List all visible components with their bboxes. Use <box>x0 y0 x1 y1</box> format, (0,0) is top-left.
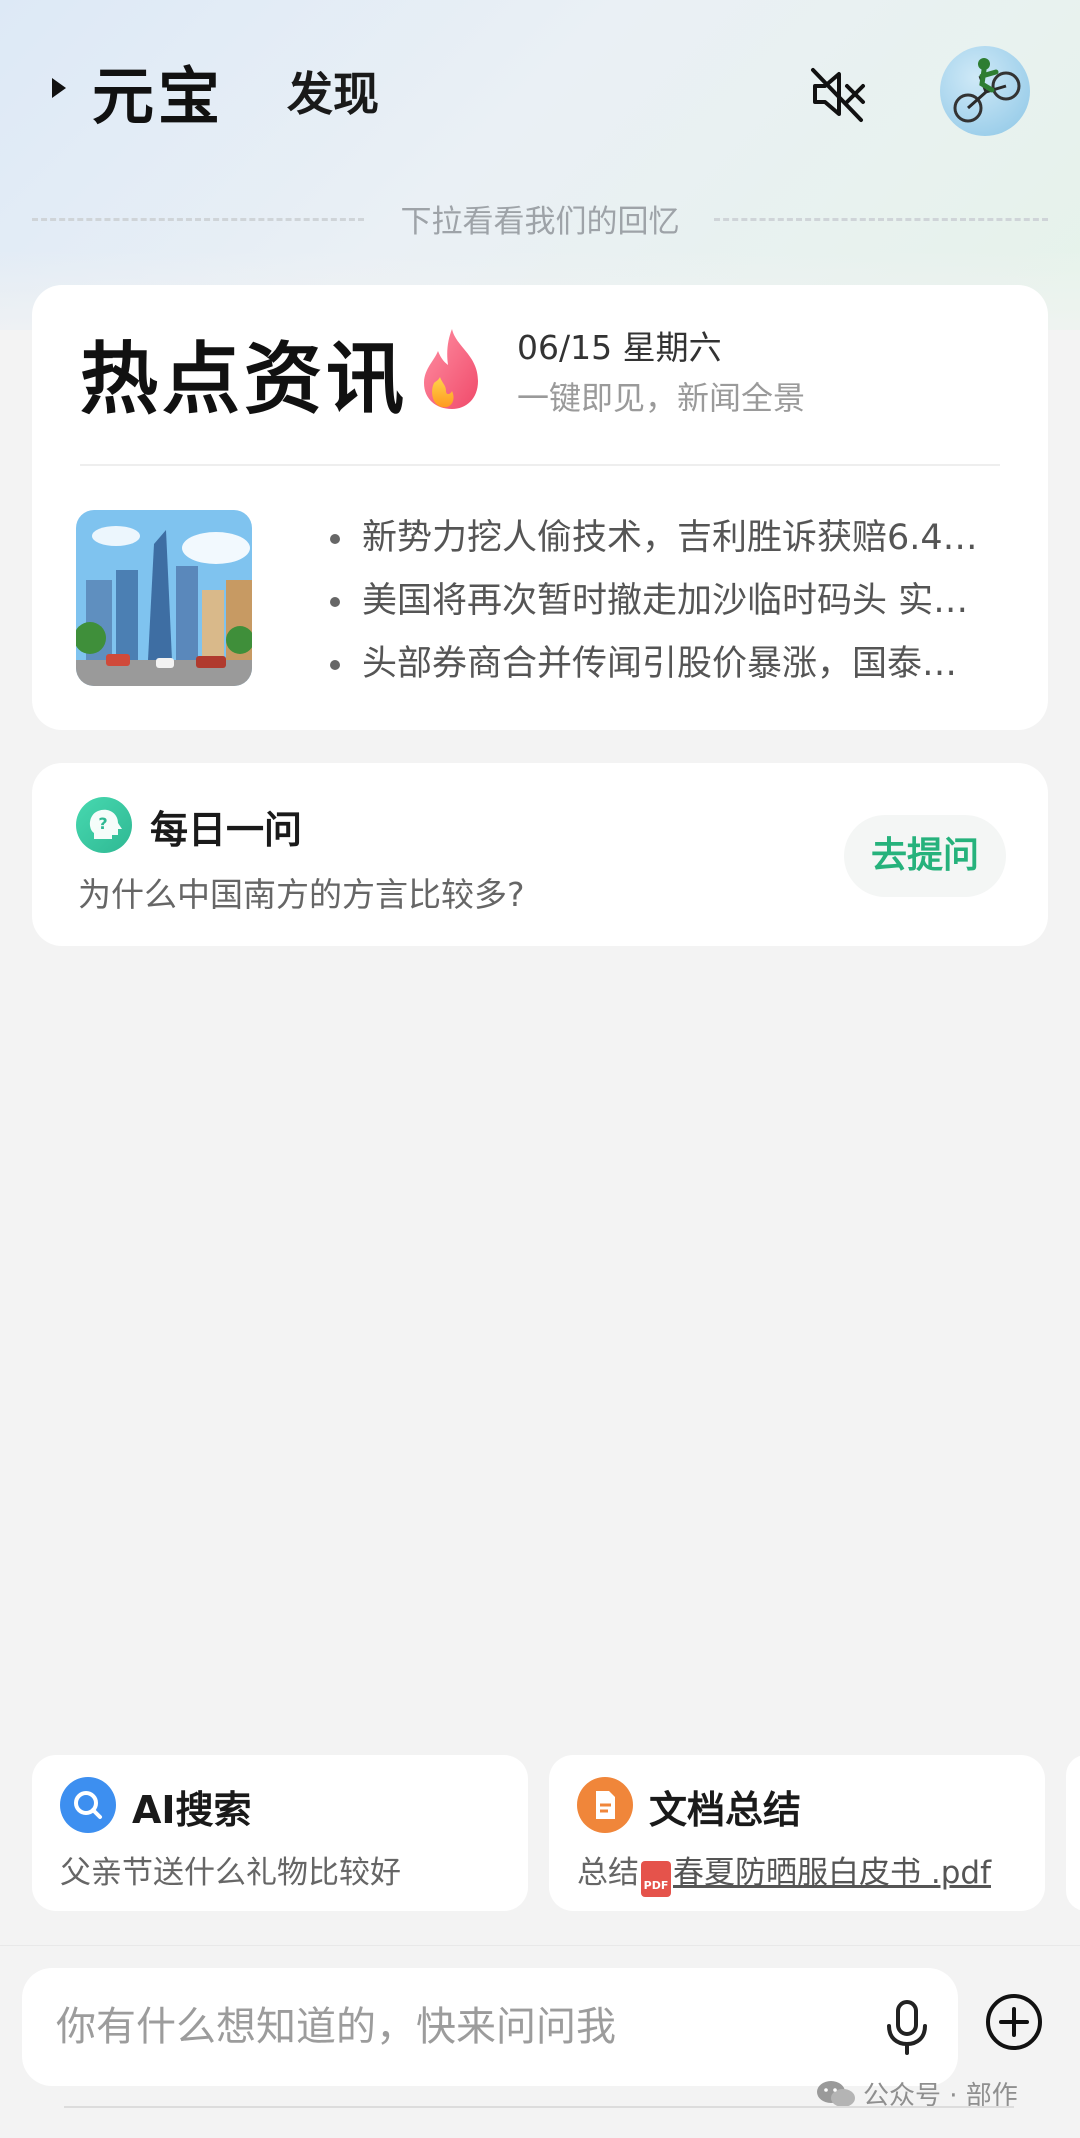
shortcut-next-peek[interactable] <box>1066 1755 1080 1911</box>
headline-list: 新势力挖人偷技术，吉利胜诉获赔6.4… 美国将再次暂时撤走加沙临时码头 实… 头… <box>294 507 1024 696</box>
daily-question-text: 为什么中国南方的方言比较多? <box>78 875 525 914</box>
plus-circle-icon <box>986 1994 1042 2050</box>
add-button[interactable] <box>984 1992 1044 2052</box>
headline-item[interactable]: 美国将再次暂时撤走加沙临时码头 实… <box>294 570 1024 633</box>
summary-prefix: 总结 <box>577 1855 639 1891</box>
bullet-dot <box>330 534 340 544</box>
cyclist-avatar-icon <box>953 58 1021 123</box>
question-head-icon: ? <box>76 797 132 853</box>
search-icon <box>60 1777 116 1833</box>
shortcut-title: AI搜索 <box>132 1788 252 1832</box>
shortcut-ai-search[interactable]: AI搜索 父亲节送什么礼物比较好 <box>32 1755 528 1911</box>
home-indicator-line <box>64 2106 1014 2108</box>
mute-button[interactable] <box>805 62 869 126</box>
avatar[interactable] <box>940 46 1030 136</box>
headline-text: 头部券商合并传闻引股价暴涨，国泰… <box>362 644 958 684</box>
city-skyline-image <box>76 510 252 686</box>
file-link[interactable]: 春夏防晒服白皮书 .pdf <box>673 1855 991 1891</box>
watermark: 公众号 · 部作 <box>815 2075 1018 2117</box>
microphone-button[interactable] <box>878 1998 936 2056</box>
top-bar: 元宝 发现 <box>0 40 1080 136</box>
news-thumbnail[interactable] <box>76 510 252 686</box>
shortcut-subtitle: 父亲节送什么礼物比较好 <box>60 1855 401 1891</box>
headline-item[interactable]: 新势力挖人偷技术，吉利胜诉获赔6.4… <box>294 507 1024 570</box>
chat-input-container[interactable] <box>22 1968 958 2086</box>
shortcut-subtitle: 总结 PDF 春夏防晒服白皮书 .pdf <box>577 1847 991 1897</box>
app-title[interactable]: 元宝 <box>92 46 224 136</box>
speaker-muted-icon <box>811 68 865 122</box>
chat-input[interactable] <box>56 1968 836 2086</box>
pull-hint-text: 下拉看看我们的回忆 <box>400 204 680 240</box>
svg-text:?: ? <box>98 814 107 833</box>
headline-text: 美国将再次暂时撤走加沙临时码头 实… <box>362 581 969 621</box>
news-divider <box>80 464 1000 466</box>
daily-question-card[interactable]: ? 每日一问 为什么中国南方的方言比较多? 去提问 <box>32 763 1048 946</box>
hot-news-card[interactable]: 热点资讯 06/15 星期六 一键即见，新闻全景 新势力挖人偷技术，吉利胜诉获赔… <box>32 285 1048 730</box>
tab-discover[interactable]: 发现 <box>287 58 379 124</box>
document-icon <box>577 1777 633 1833</box>
news-date: 06/15 星期六 <box>517 328 722 367</box>
wechat-icon <box>815 2078 857 2117</box>
news-title: 热点资讯 <box>80 334 409 425</box>
news-tagline: 一键即见，新闻全景 <box>517 379 806 417</box>
ask-button[interactable]: 去提问 <box>844 815 1006 897</box>
shortcut-doc-summary[interactable]: 文档总结 总结 PDF 春夏防晒服白皮书 .pdf <box>549 1755 1045 1911</box>
bullet-dot <box>330 660 340 670</box>
headline-text: 新势力挖人偷技术，吉利胜诉获赔6.4… <box>362 518 978 558</box>
shortcut-title: 文档总结 <box>649 1788 802 1832</box>
microphone-icon <box>887 2000 927 2055</box>
daily-title: 每日一问 <box>150 808 303 852</box>
caret-right-icon[interactable] <box>52 78 66 98</box>
pdf-file-icon: PDF <box>641 1861 671 1897</box>
pull-to-refresh-hint: 下拉看看我们的回忆 <box>32 196 1048 240</box>
headline-item[interactable]: 头部券商合并传闻引股价暴涨，国泰… <box>294 633 1024 696</box>
flame-icon <box>412 325 492 415</box>
bullet-dot <box>330 597 340 607</box>
